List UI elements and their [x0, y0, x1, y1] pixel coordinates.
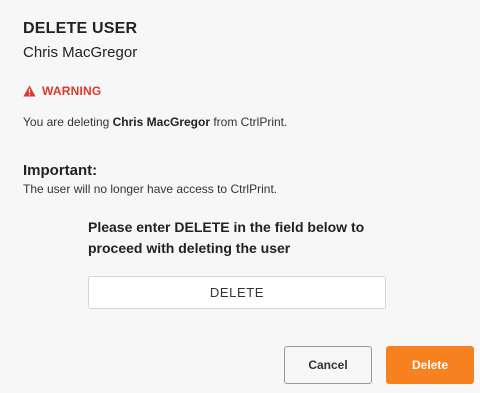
confirm-delete-input[interactable] — [88, 276, 386, 309]
cancel-button[interactable]: Cancel — [284, 346, 372, 384]
delete-button[interactable]: Delete — [386, 346, 474, 384]
confirm-prompt: Please enter DELETE in the field below t… — [88, 219, 365, 256]
warning-message-suffix: from CtrlPrint. — [210, 115, 288, 129]
warning-message-prefix: You are deleting — [23, 115, 113, 129]
important-heading: Important: — [23, 162, 98, 179]
warning-user-name: Chris MacGregor — [112, 115, 210, 129]
delete-user-dialog: DELETE USER Chris MacGregor WARNING You … — [0, 0, 480, 393]
warning-label: WARNING — [23, 84, 101, 98]
warning-text: WARNING — [42, 84, 102, 98]
warning-message: You are deleting Chris MacGregor from Ct… — [23, 115, 287, 129]
dialog-subtitle-user-name: Chris MacGregor — [23, 44, 138, 61]
warning-triangle-icon — [23, 85, 36, 97]
important-text: The user will no longer have access to C… — [23, 182, 278, 196]
dialog-title: DELETE USER — [23, 20, 138, 37]
